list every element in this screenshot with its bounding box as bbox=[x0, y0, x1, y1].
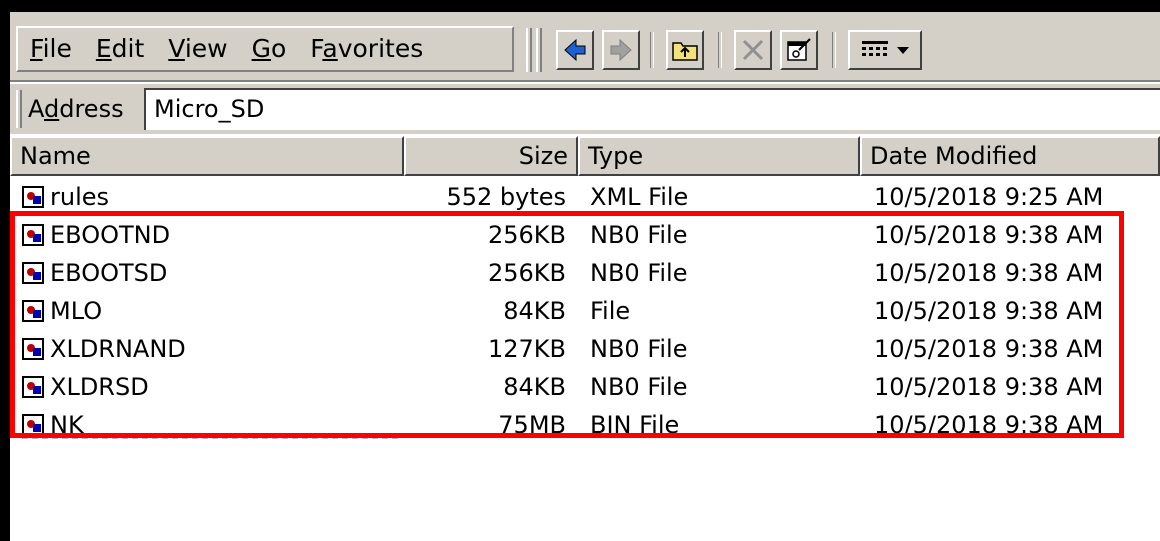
file-row[interactable]: EBOOTSD 256KB NB0 File 10/5/2018 9:38 AM bbox=[10, 254, 1160, 292]
toolbar-separator bbox=[832, 32, 836, 68]
delete-button[interactable] bbox=[734, 30, 772, 70]
file-row[interactable]: XLDRNAND 127KB NB0 File 10/5/2018 9:38 A… bbox=[10, 330, 1160, 368]
file-name: EBOOTSD bbox=[50, 259, 168, 287]
menu-view[interactable]: View bbox=[156, 29, 239, 69]
file-type: BIN File bbox=[590, 411, 680, 439]
file-date: 10/5/2018 9:25 AM bbox=[874, 183, 1104, 211]
address-grip[interactable] bbox=[16, 90, 22, 128]
list-header: Name Size Type Date Modified bbox=[10, 136, 1160, 176]
file-name: MLO bbox=[50, 297, 103, 325]
address-bar: Address Micro_SD bbox=[10, 84, 1160, 134]
column-header-name[interactable]: Name bbox=[10, 136, 404, 176]
toolbar-separator bbox=[718, 32, 722, 68]
file-icon bbox=[22, 262, 44, 284]
file-type: NB0 File bbox=[590, 335, 688, 363]
file-name: EBOOTND bbox=[50, 221, 171, 249]
file-date: 10/5/2018 9:38 AM bbox=[874, 221, 1104, 249]
menu-file[interactable]: File bbox=[18, 29, 84, 69]
file-name: rules bbox=[50, 183, 110, 211]
file-icon bbox=[22, 376, 44, 398]
properties-icon bbox=[787, 38, 811, 61]
toolbar-grip[interactable] bbox=[526, 28, 532, 72]
file-icon bbox=[22, 414, 44, 436]
toolbar-grip[interactable] bbox=[536, 28, 542, 72]
file-size: 84KB bbox=[503, 297, 566, 325]
column-header-size[interactable]: Size bbox=[404, 136, 578, 176]
file-icon bbox=[22, 186, 44, 208]
column-header-date[interactable]: Date Modified bbox=[860, 136, 1160, 176]
file-date: 10/5/2018 9:38 AM bbox=[874, 373, 1104, 401]
chevron-down-icon bbox=[897, 47, 909, 54]
file-name: XLDRNAND bbox=[50, 335, 186, 363]
view-options-icon bbox=[862, 41, 888, 56]
file-date: 10/5/2018 9:38 AM bbox=[874, 335, 1104, 363]
back-arrow-icon bbox=[564, 38, 586, 62]
file-size: 256KB bbox=[487, 259, 566, 287]
file-size: 256KB bbox=[487, 221, 566, 249]
file-icon bbox=[22, 224, 44, 246]
file-row[interactable]: rules 552 bytes XML File 10/5/2018 9:25 … bbox=[10, 178, 1160, 216]
properties-button[interactable] bbox=[780, 30, 818, 70]
file-icon bbox=[22, 338, 44, 360]
file-type: NB0 File bbox=[590, 373, 688, 401]
view-options-button[interactable] bbox=[848, 30, 922, 70]
back-button[interactable] bbox=[556, 30, 594, 70]
file-size: 75MB bbox=[498, 411, 566, 439]
file-list: rules 552 bytes XML File 10/5/2018 9:25 … bbox=[10, 178, 1160, 444]
file-name: XLDRSD bbox=[50, 373, 149, 401]
menu-bar: File Edit View Go Favorites bbox=[16, 26, 514, 72]
file-type: NB0 File bbox=[590, 221, 688, 249]
address-input[interactable]: Micro_SD bbox=[144, 88, 1160, 130]
file-row[interactable]: MLO 84KB File 10/5/2018 9:38 AM bbox=[10, 292, 1160, 330]
menu-edit[interactable]: Edit bbox=[84, 29, 156, 69]
file-type: File bbox=[590, 297, 631, 325]
up-folder-button[interactable] bbox=[666, 30, 704, 70]
file-size: 84KB bbox=[503, 373, 566, 401]
file-icon bbox=[22, 300, 44, 322]
forward-arrow-icon bbox=[610, 38, 632, 62]
up-folder-icon bbox=[672, 42, 698, 61]
toolbar: File Edit View Go Favorites bbox=[10, 12, 1160, 82]
forward-button[interactable] bbox=[602, 30, 640, 70]
file-date: 10/5/2018 9:38 AM bbox=[874, 297, 1104, 325]
toolbar-separator bbox=[650, 32, 654, 68]
partial-row-edge bbox=[22, 436, 402, 439]
column-header-type[interactable]: Type bbox=[578, 136, 860, 176]
address-label: Address bbox=[28, 95, 124, 123]
file-type: XML File bbox=[590, 183, 689, 211]
menu-go[interactable]: Go bbox=[240, 29, 299, 69]
menu-favorites[interactable]: Favorites bbox=[298, 29, 435, 69]
file-size: 127KB bbox=[487, 335, 566, 363]
file-size: 552 bytes bbox=[446, 183, 566, 211]
file-date: 10/5/2018 9:38 AM bbox=[874, 259, 1104, 287]
file-type: NB0 File bbox=[590, 259, 688, 287]
file-row[interactable]: EBOOTND 256KB NB0 File 10/5/2018 9:38 AM bbox=[10, 216, 1160, 254]
delete-icon bbox=[742, 39, 764, 61]
file-date: 10/5/2018 9:38 AM bbox=[874, 411, 1104, 439]
file-row[interactable]: XLDRSD 84KB NB0 File 10/5/2018 9:38 AM bbox=[10, 368, 1160, 406]
